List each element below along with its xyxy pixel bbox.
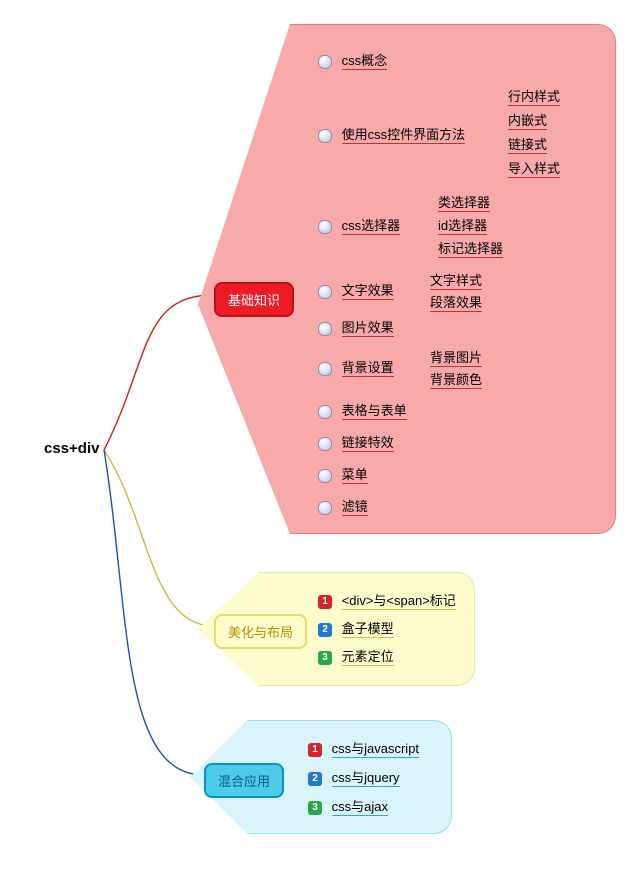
basic-leaf-image-effects[interactable]: 图片效果 — [318, 317, 394, 336]
root-node[interactable]: css+div — [44, 440, 99, 457]
bullet-icon — [318, 501, 332, 515]
bullet-icon — [318, 220, 332, 234]
leaf-label: 背景设置 — [342, 360, 394, 377]
leaf-label: 文字效果 — [342, 283, 394, 300]
subleaf-bg-color[interactable]: 背景颜色 — [430, 369, 482, 388]
num-badge-3-icon: 3 — [318, 651, 332, 665]
leaf-label: 表格与表单 — [342, 403, 407, 420]
leaf-label: 标记选择器 — [438, 241, 503, 258]
subleaf-class-selector[interactable]: 类选择器 — [438, 192, 490, 211]
subleaf-id-selector[interactable]: id选择器 — [438, 215, 487, 234]
num-badge-1-icon: 1 — [308, 743, 322, 757]
bullet-icon — [318, 322, 332, 336]
leaf-label: css与jquery — [332, 770, 400, 787]
leaf-label: 背景颜色 — [430, 372, 482, 389]
basic-leaf-menu[interactable]: 菜单 — [318, 464, 368, 483]
leaf-label: 使用css控件界面方法 — [342, 127, 466, 144]
subleaf-paragraph-effect[interactable]: 段落效果 — [430, 292, 482, 311]
leaf-label: 文字样式 — [430, 273, 482, 290]
leaf-label: css与javascript — [332, 741, 419, 758]
mix-leaf-css-jquery[interactable]: 2 css与jquery — [308, 767, 400, 786]
layout-leaf-div-span[interactable]: 1 <div>与<span>标记 — [318, 590, 456, 609]
leaf-label: 元素定位 — [342, 649, 394, 666]
basic-leaf-text-effects[interactable]: 文字效果 — [318, 280, 394, 299]
num-badge-1-icon: 1 — [318, 595, 332, 609]
branch-mix[interactable]: 混合应用 — [204, 763, 284, 798]
layout-leaf-positioning[interactable]: 3 元素定位 — [318, 646, 394, 665]
basic-leaf-selectors[interactable]: css选择器 — [318, 215, 400, 234]
branch-layout-label: 美化与布局 — [228, 625, 293, 640]
bullet-icon — [318, 437, 332, 451]
bullet-icon — [318, 129, 332, 143]
branch-basic[interactable]: 基础知识 — [214, 282, 294, 317]
subleaf-tag-selector[interactable]: 标记选择器 — [438, 238, 503, 257]
basic-leaf-tables-forms[interactable]: 表格与表单 — [318, 400, 407, 419]
mix-leaf-css-ajax[interactable]: 3 css与ajax — [308, 796, 388, 815]
mindmap-canvas: css+div 基础知识 美化与布局 混合应用 css概念 使用css控件界面方… — [0, 0, 632, 876]
branch-mix-label: 混合应用 — [218, 774, 270, 789]
subleaf-text-style[interactable]: 文字样式 — [430, 270, 482, 289]
num-badge-3-icon: 3 — [308, 801, 322, 815]
basic-leaf-link-effects[interactable]: 链接特效 — [318, 432, 394, 451]
num-badge-2-icon: 2 — [318, 623, 332, 637]
subleaf-embedded-style[interactable]: 内嵌式 — [508, 110, 547, 129]
basic-leaf-filter[interactable]: 滤镜 — [318, 496, 368, 515]
basic-leaf-use-css-ui[interactable]: 使用css控件界面方法 — [318, 124, 465, 143]
leaf-label: 导入样式 — [508, 161, 560, 178]
basic-leaf-css-concept[interactable]: css概念 — [318, 50, 387, 69]
subleaf-inline-style[interactable]: 行内样式 — [508, 86, 560, 105]
subleaf-bg-image[interactable]: 背景图片 — [430, 347, 482, 366]
subleaf-link-style[interactable]: 链接式 — [508, 134, 547, 153]
leaf-label: 内嵌式 — [508, 113, 547, 130]
bullet-icon — [318, 362, 332, 376]
bullet-icon — [318, 405, 332, 419]
leaf-label: 滤镜 — [342, 499, 368, 516]
leaf-label: 链接特效 — [342, 435, 394, 452]
bullet-icon — [318, 285, 332, 299]
leaf-label: 背景图片 — [430, 350, 482, 367]
leaf-label: css选择器 — [342, 218, 401, 235]
branch-layout[interactable]: 美化与布局 — [214, 614, 307, 649]
leaf-label: 图片效果 — [342, 320, 394, 337]
leaf-label: id选择器 — [438, 218, 487, 235]
bullet-icon — [318, 469, 332, 483]
leaf-label: 类选择器 — [438, 195, 490, 212]
basic-leaf-background[interactable]: 背景设置 — [318, 357, 394, 376]
branch-basic-label: 基础知识 — [228, 293, 280, 308]
mix-leaf-css-js[interactable]: 1 css与javascript — [308, 738, 419, 757]
leaf-label: css与ajax — [332, 799, 388, 816]
num-badge-2-icon: 2 — [308, 772, 322, 786]
root-label: css+div — [44, 440, 99, 457]
leaf-label: 链接式 — [508, 137, 547, 154]
leaf-label: <div>与<span>标记 — [342, 593, 456, 610]
leaf-label: 盒子模型 — [342, 621, 394, 638]
leaf-label: 菜单 — [342, 467, 368, 484]
bullet-icon — [318, 55, 332, 69]
leaf-label: 行内样式 — [508, 89, 560, 106]
subleaf-import-style[interactable]: 导入样式 — [508, 158, 560, 177]
leaf-label: css概念 — [342, 53, 388, 70]
leaf-label: 段落效果 — [430, 295, 482, 312]
layout-leaf-box-model[interactable]: 2 盒子模型 — [318, 618, 394, 637]
